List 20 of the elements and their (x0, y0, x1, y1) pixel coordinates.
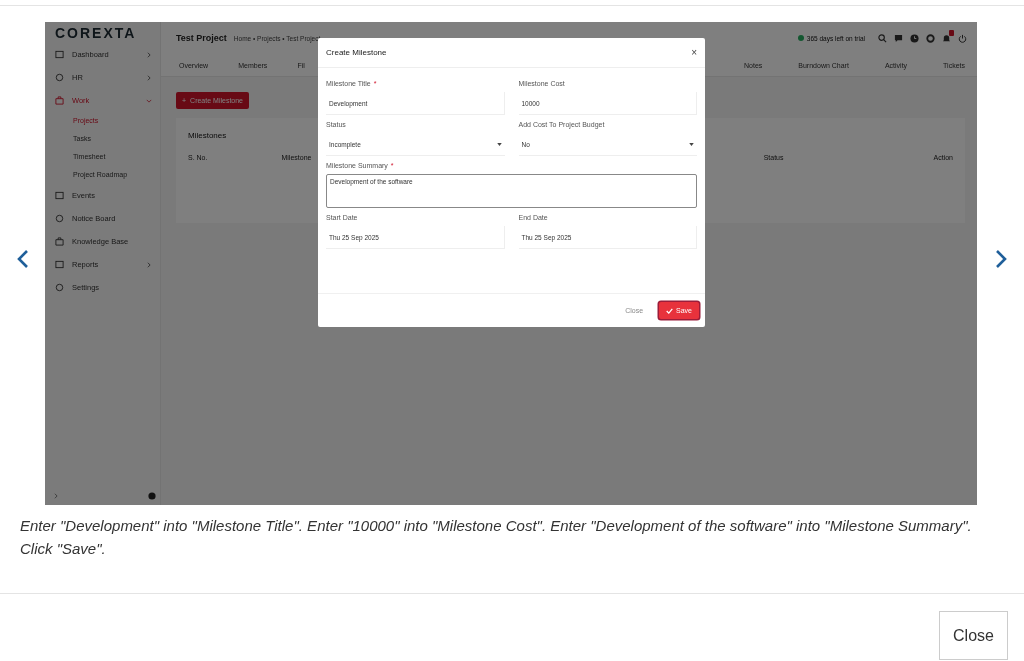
caret-icon (689, 142, 694, 146)
briefcase-icon (55, 96, 64, 105)
logo: COREXTA (54, 24, 138, 43)
project-title: Test Project (176, 33, 227, 43)
power-icon[interactable] (958, 33, 967, 43)
check-icon (666, 307, 674, 314)
bell-icon[interactable] (942, 33, 951, 43)
caret-icon (496, 142, 502, 146)
chat-icon[interactable] (894, 33, 903, 43)
clock-icon[interactable] (910, 33, 919, 43)
search-icon[interactable] (878, 33, 887, 43)
settings-icon[interactable] (926, 33, 935, 43)
caption: Enter "Development" into "Milestone Title". Enter "10000" into "Milestone Cost". Enter "Development of the software" into "Milestone Summary". Click "Save". (20, 516, 973, 559)
close-button[interactable]: × (691, 47, 697, 58)
dialog-title: Create Milestone (326, 48, 387, 57)
status-dot-icon (797, 35, 804, 41)
help-icon[interactable] (148, 492, 156, 500)
card-title: Milestones (188, 131, 227, 140)
close-button[interactable]: Close (939, 611, 1008, 660)
notification-badge (949, 29, 954, 36)
